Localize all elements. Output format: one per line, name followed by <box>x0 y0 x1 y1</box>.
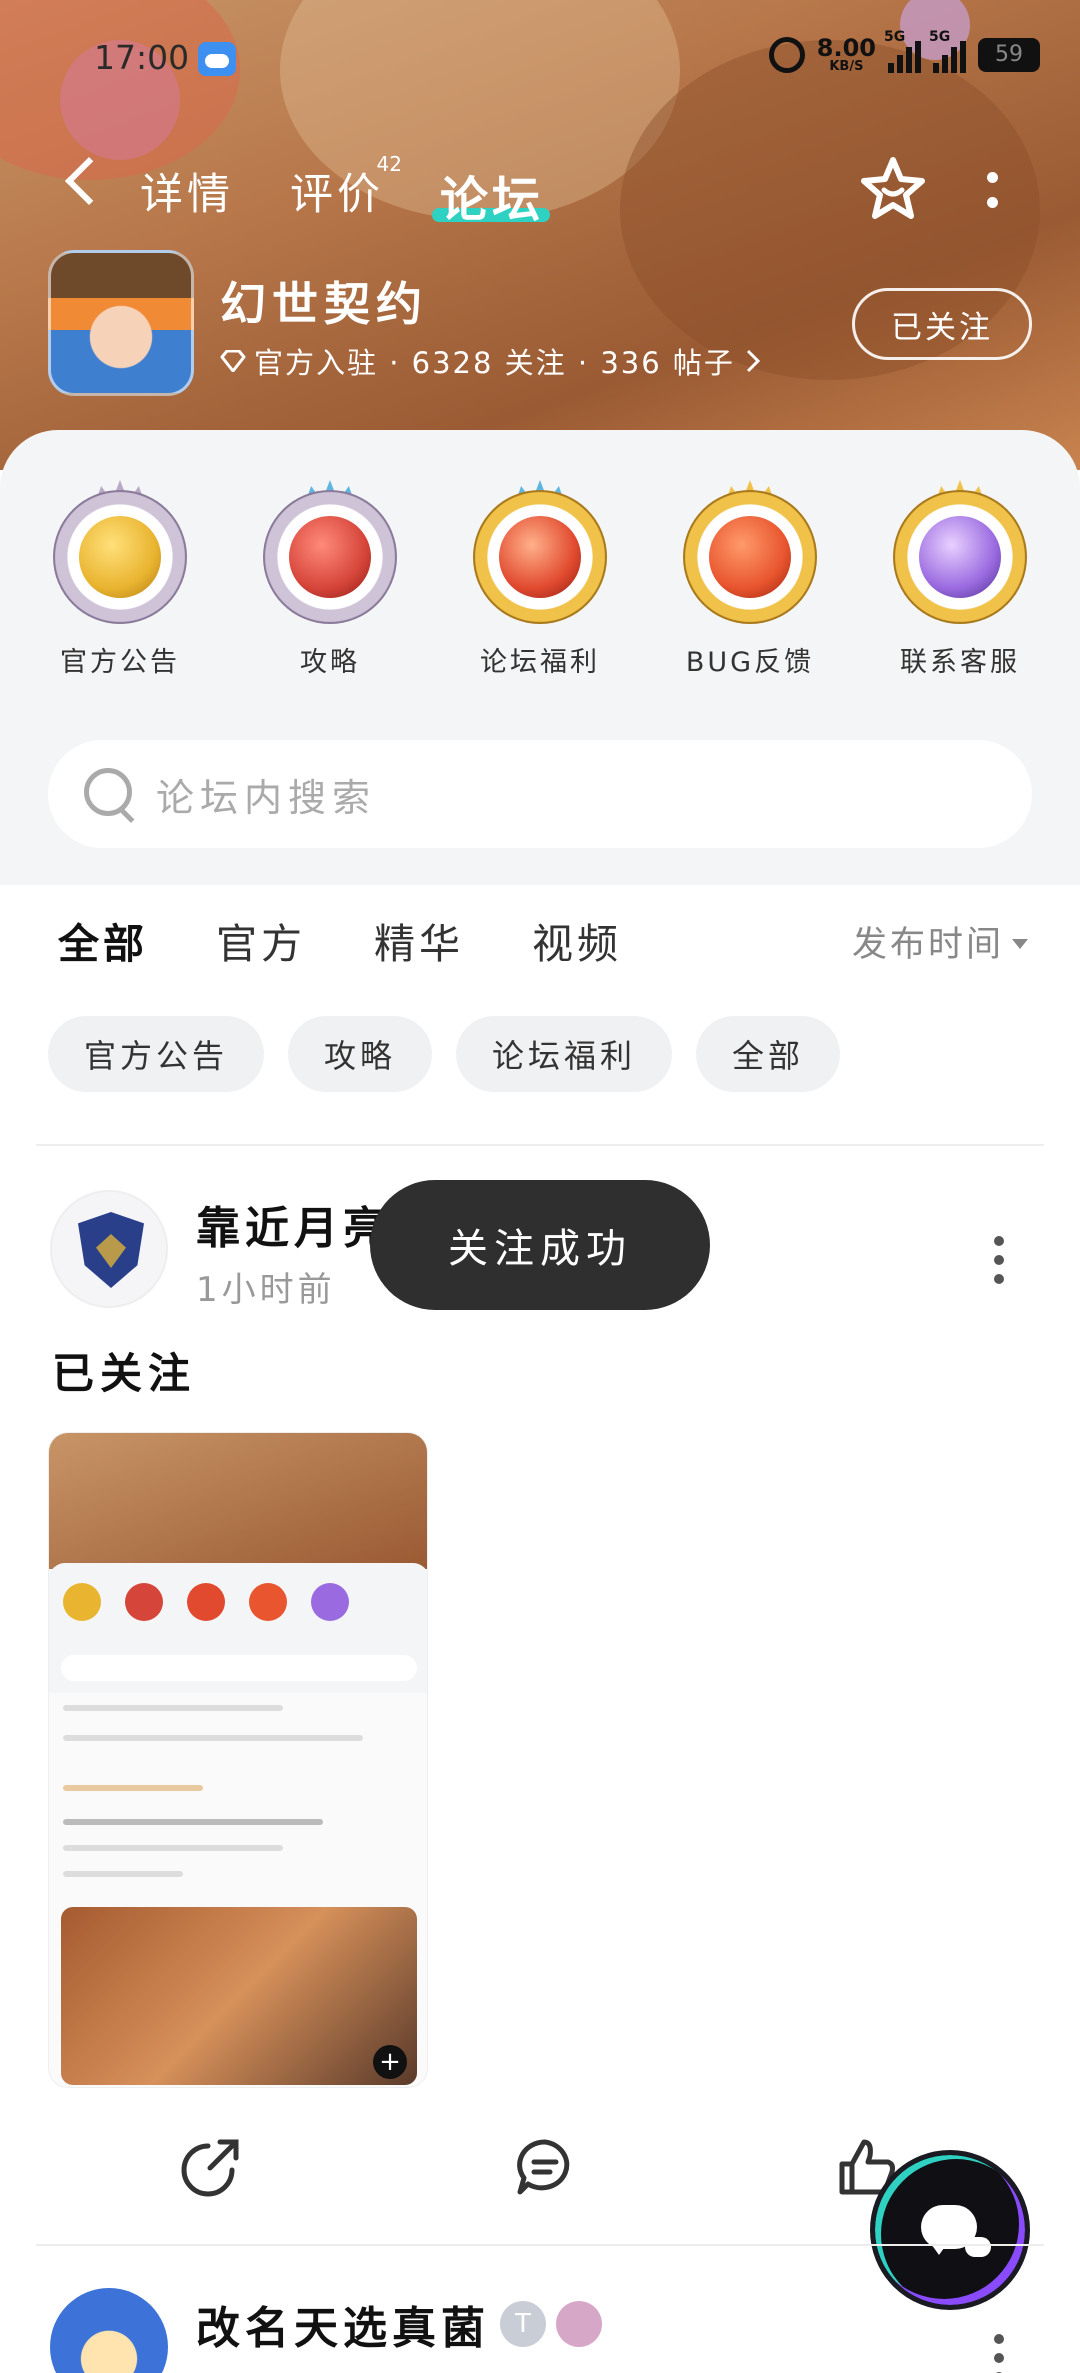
app-name: 幻世契约 <box>220 277 428 331</box>
quick-link-customer-service[interactable]: 联系客服 <box>880 480 1040 679</box>
avatar-badge <box>556 2301 602 2347</box>
follow-success-toast: 关注成功 <box>370 1180 710 1310</box>
plus-icon: + <box>373 2045 407 2079</box>
signal-icon: 5G <box>884 29 921 73</box>
app-info: 幻世契约 官方入驻 · 6328 关注 · 336 帖子 已关注 <box>0 250 1080 400</box>
more-options-icon[interactable] <box>987 172 999 212</box>
back-icon[interactable] <box>64 156 114 206</box>
chip-guides[interactable]: 攻略 <box>288 1016 433 1092</box>
hooded-figure-icon <box>473 480 607 624</box>
top-nav: 详情 评价 42 论坛 <box>0 150 1080 230</box>
chip-welfare[interactable]: 论坛福利 <box>456 1016 673 1092</box>
tab-reviews[interactable]: 评价 42 <box>290 152 402 222</box>
forum-header: 17:00 8.00 KB/S 5G 5G 59 详情 评价 42 论坛 幻世契… <box>0 0 1080 470</box>
tab-forum[interactable]: 论坛 <box>440 160 544 230</box>
post-author-avatar[interactable] <box>50 1190 168 1308</box>
battery-icon: 59 <box>978 37 1040 72</box>
net-speed: 8.00 KB/S <box>816 34 876 74</box>
review-count-badge: 42 <box>376 152 402 176</box>
chip-all[interactable]: 全部 <box>696 1016 841 1092</box>
sort-dropdown[interactable]: 发布时间 <box>852 916 1029 967</box>
feed-tab-video[interactable]: 视频 <box>532 910 622 970</box>
post-author-name[interactable]: 改名天选真菌 T <box>196 2292 602 2356</box>
follow-button[interactable]: 已关注 <box>852 288 1032 360</box>
quick-link-announcements[interactable]: 官方公告 <box>40 480 200 679</box>
feed-tab-official[interactable]: 官方 <box>216 910 306 970</box>
app-meta[interactable]: 官方入驻 · 6328 关注 · 336 帖子 <box>220 340 763 382</box>
post-author-avatar[interactable] <box>50 2288 168 2373</box>
comment-icon[interactable] <box>514 2136 576 2198</box>
portal-icon <box>893 480 1027 624</box>
status-bar: 17:00 8.00 KB/S 5G 5G 59 <box>0 0 1080 120</box>
feed-tab-featured[interactable]: 精华 <box>374 910 464 970</box>
post-author-name[interactable]: 靠近月亮 <box>196 1192 392 1256</box>
post-screenshot-image[interactable]: + <box>48 1432 428 2088</box>
alarm-icon <box>768 36 805 73</box>
announcement-icon <box>53 480 187 624</box>
level-badge: T <box>500 2301 546 2347</box>
signal-icon-2: 5G <box>929 29 966 73</box>
post-more-icon[interactable] <box>994 2334 1006 2373</box>
post-time: 1小时前 <box>196 1270 336 1310</box>
spiral-icon <box>683 480 817 624</box>
status-time: 17:00 <box>94 38 190 77</box>
category-chips: 官方公告 攻略 论坛福利 全部 <box>48 1016 841 1092</box>
chevron-right-icon <box>746 349 761 373</box>
feed-tabs: 全部 官方 精华 视频 发布时间 <box>0 910 1080 990</box>
share-icon[interactable] <box>180 2136 242 2198</box>
favorite-star-icon[interactable] <box>858 154 928 224</box>
post-title[interactable]: 已关注 <box>52 1340 196 1401</box>
post-more-icon[interactable] <box>994 1236 1006 1284</box>
app-icon[interactable] <box>48 250 194 396</box>
search-placeholder: 论坛内搜索 <box>156 775 377 820</box>
quick-link-guides[interactable]: 攻略 <box>250 480 410 679</box>
tab-details[interactable]: 详情 <box>140 160 234 222</box>
divider <box>36 1144 1044 1146</box>
search-icon <box>82 766 138 822</box>
quick-link-welfare[interactable]: 论坛福利 <box>460 480 620 679</box>
diamond-icon <box>220 350 246 372</box>
weather-icon <box>198 42 236 76</box>
chip-announcements[interactable]: 官方公告 <box>48 1016 265 1092</box>
quick-links-panel: 官方公告 攻略 论坛福利 BUG反馈 联系客服 论坛内搜索 <box>0 430 1080 885</box>
divider <box>36 2244 1044 2246</box>
quick-link-bug-report[interactable]: BUG反馈 <box>670 480 830 679</box>
caret-down-icon <box>1012 938 1029 949</box>
forum-search-input[interactable]: 论坛内搜索 <box>48 740 1032 848</box>
feed-tab-all[interactable]: 全部 <box>58 910 148 970</box>
claw-icon <box>263 480 397 624</box>
chat-fab-button[interactable] <box>870 2150 1030 2310</box>
